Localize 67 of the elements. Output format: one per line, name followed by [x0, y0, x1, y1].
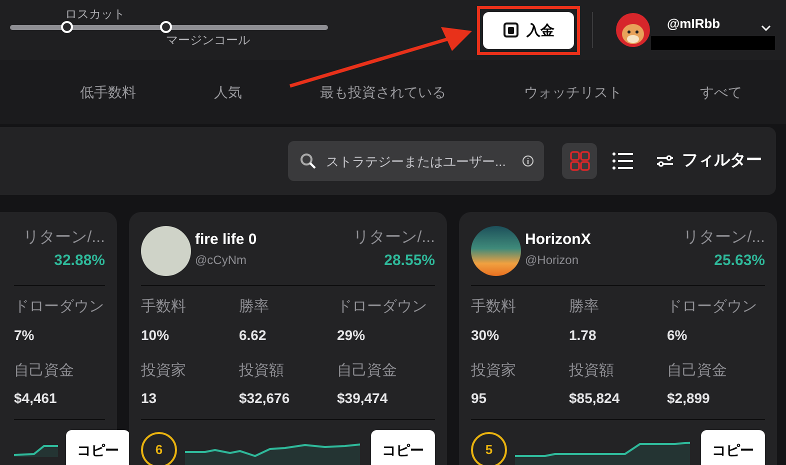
photo-placeholder — [141, 226, 191, 276]
category-tab[interactable]: 人気 — [214, 82, 242, 102]
stat-value: 95 — [471, 389, 488, 408]
stat-value: $4,461 — [14, 389, 58, 408]
list-icon — [612, 152, 634, 170]
return-value: 25.63% — [714, 251, 765, 271]
stat-label: 自己資金 — [337, 360, 398, 380]
return-label: リターン/... — [683, 228, 765, 248]
username: @mIRbb — [667, 15, 720, 34]
stat-value: $2,899 — [667, 389, 711, 408]
stat-value: $85,824 — [569, 389, 621, 408]
stat-label: ドローダウン — [14, 297, 105, 317]
stat-label: 勝率 — [569, 297, 600, 317]
return-value: 32.88% — [54, 251, 105, 271]
stat-label: 投資家 — [471, 360, 517, 380]
sliders-icon — [656, 154, 674, 168]
stat-label: 手数料 — [471, 297, 517, 317]
filter-button[interactable]: フィルター — [656, 149, 762, 173]
slider-handle[interactable] — [61, 21, 74, 33]
return-label: リターン/... — [23, 228, 105, 248]
rank-badge: 5 — [471, 432, 507, 465]
stat-label: 勝率 — [239, 297, 270, 317]
trader-name: fire life 0 — [195, 230, 257, 250]
trader-handle: @Horizon — [525, 252, 580, 270]
slider-marker-label: ロスカット — [65, 6, 126, 23]
copy-button[interactable]: コピー — [66, 430, 130, 465]
stat-value: 6.62 — [239, 326, 268, 344]
info-icon[interactable] — [522, 155, 534, 167]
slider-marker-label: マージンコール — [166, 32, 250, 49]
stat-label: 投資額 — [239, 360, 285, 380]
return-value: 28.55% — [384, 251, 435, 271]
category-tab[interactable]: ウォッチリスト — [524, 82, 622, 102]
grid-view-button[interactable] — [562, 143, 597, 179]
sparkline-drawing — [14, 444, 58, 456]
search-icon — [300, 153, 316, 169]
stat-label: 自己資金 — [14, 360, 75, 380]
grid-icon — [570, 151, 590, 171]
trader-name: HorizonX — [525, 230, 591, 250]
stat-value: $32,676 — [239, 389, 291, 408]
avatar-logo — [471, 226, 521, 276]
stat-label: 投資額 — [569, 360, 615, 380]
stat-label: ドローダウン — [337, 297, 428, 317]
deposit-button[interactable]: 入金 — [483, 12, 574, 48]
stat-value: 30% — [471, 326, 500, 344]
stat-value: $39,474 — [337, 389, 389, 408]
slider-handle[interactable] — [160, 21, 172, 33]
copy-button[interactable]: コピー — [371, 430, 435, 465]
stat-value: 10% — [141, 326, 170, 344]
stat-value: 1.78 — [569, 326, 598, 344]
stat-label: 手数料 — [141, 297, 187, 317]
stat-label: ドローダウン — [667, 297, 758, 317]
category-tab[interactable]: 低手数料 — [80, 82, 136, 102]
dog-avatar-icon — [615, 12, 651, 48]
return-label: リターン/... — [353, 228, 435, 248]
stat-label: 自己資金 — [667, 360, 728, 380]
trader-handle: @cCyNm — [195, 252, 248, 270]
category-tab[interactable]: 最も投資されている — [320, 82, 446, 102]
rank-badge: 6 — [141, 432, 177, 465]
stat-label: 投資家 — [141, 360, 187, 380]
stat-value: 7% — [14, 326, 36, 344]
copy-button[interactable]: コピー — [701, 430, 765, 465]
stat-value: 6% — [667, 326, 688, 344]
chevron-down-icon[interactable] — [761, 25, 771, 31]
stat-value: 29% — [337, 326, 366, 344]
category-tab[interactable]: すべて — [700, 82, 742, 102]
stat-value: 13 — [141, 389, 158, 408]
search-field[interactable]: ストラテジーまたはユーザー... — [288, 141, 544, 181]
